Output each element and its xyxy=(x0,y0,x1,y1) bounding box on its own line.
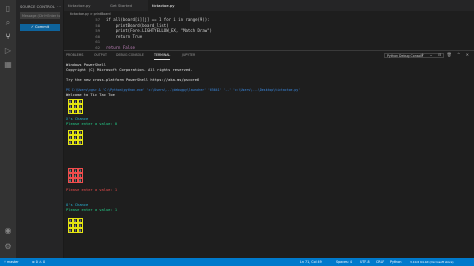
board-cell: 7 xyxy=(73,109,78,114)
board-cell: 3 xyxy=(68,135,73,140)
board-cell: 3 xyxy=(68,104,73,109)
board-cell: 6 xyxy=(68,228,73,233)
source-control-sidebar: SOURCE CONTROL ⋯ Message (Ctrl+Enter to … xyxy=(16,0,64,258)
board-cell: 6 xyxy=(68,140,73,145)
board-cell: 4 xyxy=(73,104,78,109)
code-editor[interactable]: 57 if all(board[i][j] == 1 for i in range… xyxy=(64,17,474,50)
indentation[interactable]: Spaces: 4 xyxy=(336,258,352,266)
tab-tictactoe-1[interactable]: tictactoe.py xyxy=(64,0,106,11)
tictactoe-board: X12345678 xyxy=(68,130,83,145)
tab-problems[interactable]: PROBLEMS xyxy=(66,51,83,60)
run-debug-icon[interactable]: ▷ xyxy=(3,46,13,56)
board-cell: 5 xyxy=(78,104,83,109)
board-cell: 1 xyxy=(73,99,78,104)
prompt-text: Please enter a value: xyxy=(66,188,113,192)
board-cell: 7 xyxy=(73,228,78,233)
terminal-line: Copyright (C) Microsoft Corporation. All… xyxy=(66,68,193,72)
board-cell: 8 xyxy=(78,109,83,114)
account-icon[interactable]: ◉ xyxy=(3,226,13,236)
board-cell: 7 xyxy=(73,178,78,183)
prompt-text: Please enter a value: xyxy=(66,208,113,212)
board-cell: 6 xyxy=(68,109,73,114)
board-cell: 5 xyxy=(78,223,83,228)
tictactoe-board: XO2345678 xyxy=(68,218,83,233)
terminal-line: Welcome to Tic Tac Toe xyxy=(66,93,115,97)
board-cell: X xyxy=(68,218,73,223)
activity-bar: ▯ ⌕ ⑂ ▷ ▦ ◉ ⚙ xyxy=(0,0,16,258)
code-text: if all(board[i][j] == 1 for i in range(9… xyxy=(106,17,210,22)
tab-debug-console[interactable]: DEBUG CONSOLE xyxy=(116,51,144,60)
terminal-line: Try the new cross-platform PowerShell ht… xyxy=(66,78,200,82)
commit-button[interactable]: ✓ Commit xyxy=(20,24,60,31)
prompt-value: 1 xyxy=(114,188,118,192)
board-cell: 5 xyxy=(78,135,83,140)
branch-name: master xyxy=(7,260,19,264)
tictactoe-board: 012345678 xyxy=(68,99,83,114)
line-number: 58 xyxy=(95,22,100,28)
board-cell: 8 xyxy=(78,140,83,145)
board-cell: 8 xyxy=(78,228,83,233)
tab-jupyter[interactable]: JUPYTER xyxy=(182,51,195,60)
tab-output[interactable]: OUTPUT xyxy=(94,51,107,60)
prompt-value: 0 xyxy=(114,122,118,126)
board-cell: 2 xyxy=(78,99,83,104)
board-cell: 5 xyxy=(78,173,83,178)
line-number: 61 xyxy=(95,39,100,44)
board-cell: 4 xyxy=(73,173,78,178)
line-number: 62 xyxy=(95,44,100,50)
board-cell: 4 xyxy=(73,135,78,140)
gear-icon[interactable]: ⚙ xyxy=(3,242,13,252)
cursor-position[interactable]: Ln 71, Col 49 xyxy=(300,258,322,266)
python-interpreter[interactable]: 3.10.6 64-bit (microsoft store) xyxy=(410,258,454,266)
board-cell: O xyxy=(73,218,78,223)
commit-message-input[interactable]: Message (Ctrl+Enter to commit) xyxy=(20,12,60,19)
line-number: 57 xyxy=(95,17,100,22)
files-icon[interactable]: ▯ xyxy=(3,4,13,14)
board-cell: 3 xyxy=(68,223,73,228)
prompt-value: 1 xyxy=(114,208,118,212)
terminal-line: Please enter a value: 0 xyxy=(66,122,117,127)
status-bar: ⑂ master ⊗ 0 ⚠ 0 Ln 71, Col 49 Spaces: 4… xyxy=(0,258,474,266)
board-cell: 6 xyxy=(68,178,73,183)
terminal-output[interactable]: Windows PowerShell Copyright (C) Microso… xyxy=(64,63,474,233)
problems-indicator[interactable]: ⊗ 0 ⚠ 0 xyxy=(32,258,45,266)
board-cell: 1 xyxy=(73,130,78,135)
tab-tictactoe-active[interactable]: tictactoe.py xyxy=(148,0,190,11)
board-cell: X xyxy=(68,168,73,173)
tab-get-started[interactable]: Get Started xyxy=(106,0,148,11)
board-cell: 1 xyxy=(73,168,78,173)
code-text: printBoard(board_list) xyxy=(106,22,169,28)
board-cell: 0 xyxy=(68,99,73,104)
encoding[interactable]: UTF-8 xyxy=(360,258,370,266)
search-icon[interactable]: ⌕ xyxy=(3,18,13,28)
language-mode[interactable]: Python xyxy=(390,258,401,266)
tictactoe-board: X12345678 xyxy=(68,168,83,183)
editor-tabs: tictactoe.py Get Started tictactoe.py xyxy=(64,0,474,11)
line-ending[interactable]: CRLF xyxy=(376,258,384,266)
line-number: 60 xyxy=(95,33,100,39)
board-cell: X xyxy=(68,130,73,135)
terminal-line: Please enter a value: 1 xyxy=(66,188,117,193)
prompt-text: Please enter a value: xyxy=(66,122,113,126)
panel-actions-icon[interactable]: + ⌄ ⊟ 🗑 ^ ✕ xyxy=(421,52,471,57)
terminal-line: Please enter a value: 1 xyxy=(66,208,117,213)
board-cell: 8 xyxy=(78,178,83,183)
code-text: return True xyxy=(106,33,143,39)
board-cell: 3 xyxy=(68,173,73,178)
board-cell: 7 xyxy=(73,140,78,145)
extensions-icon[interactable]: ▦ xyxy=(3,60,13,70)
line-number: 59 xyxy=(95,28,100,33)
code-text: print(Fore.LIGHTYELLOW_EX, "Match Draw") xyxy=(106,28,212,33)
sidebar-actions-icon[interactable]: ⋯ xyxy=(57,4,61,9)
board-cell: 2 xyxy=(78,130,83,135)
source-control-icon[interactable]: ⑂ xyxy=(3,32,13,42)
bottom-panel: PROBLEMS OUTPUT DEBUG CONSOLE TERMINAL J… xyxy=(64,50,474,258)
code-text: return False xyxy=(106,44,135,50)
board-cell: 2 xyxy=(78,218,83,223)
branch-indicator[interactable]: ⑂ master xyxy=(4,258,19,266)
tab-terminal[interactable]: TERMINAL xyxy=(154,51,171,60)
board-cell: 4 xyxy=(73,223,78,228)
board-cell: 2 xyxy=(78,168,83,173)
